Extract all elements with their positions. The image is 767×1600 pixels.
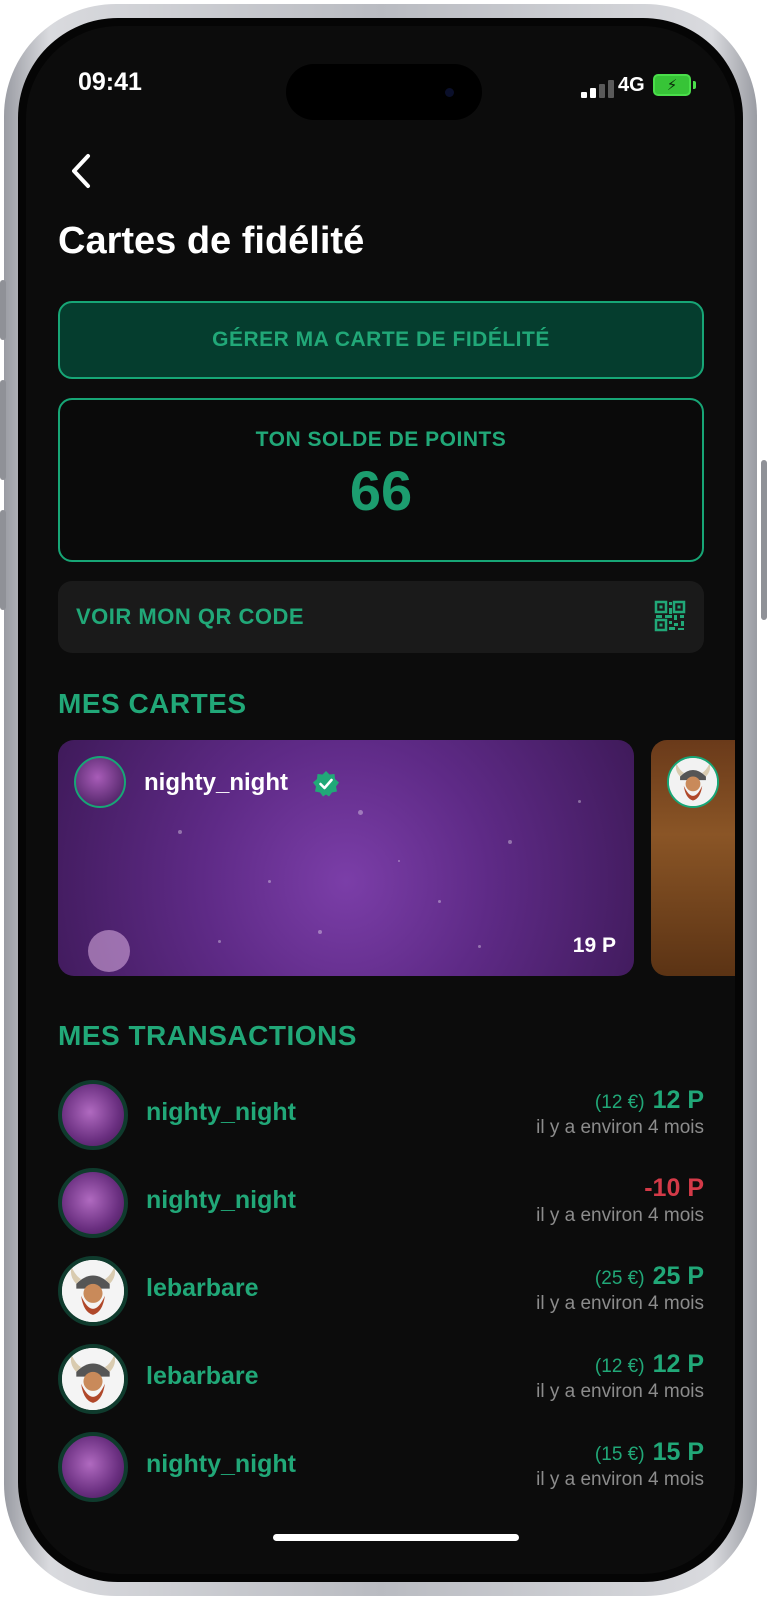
chevron-left-icon [72, 154, 90, 188]
transaction-details: (12 €) 12 P il y a environ 4 mois [536, 1086, 704, 1139]
manage-loyalty-card-button[interactable]: GÉRER MA CARTE DE FIDÉLITÉ [58, 301, 704, 379]
camera-dot [445, 88, 454, 97]
card-avatar [74, 756, 126, 808]
points-balance-card: TON SOLDE DE POINTS 66 [58, 398, 704, 562]
battery-icon: ⚡ [653, 74, 691, 96]
transaction-points: -10 P [644, 1174, 704, 1202]
signal-icon [581, 78, 615, 98]
transaction-amount: (12 €) 12 P [536, 1086, 704, 1115]
my-cards-heading: MES CARTES [58, 688, 247, 719]
qr-code-icon [654, 600, 686, 632]
transaction-row[interactable]: lebarbare (25 €) 25 P il y a environ 4 mo… [58, 1252, 704, 1332]
page-title: Cartes de fidélité [58, 220, 365, 262]
phone-bezel: 09:41 4G ⚡ Cartes de fidélité GÉRER MA C… [18, 18, 743, 1582]
transaction-name: nighty_night [146, 1450, 296, 1478]
transaction-details: -10 P il y a environ 4 mois [536, 1174, 704, 1227]
transaction-amount: (25 €) 25 P [536, 1262, 704, 1291]
transaction-points: 12 P [652, 1350, 704, 1378]
transaction-amount: (15 €) 15 P [536, 1438, 704, 1467]
phone-frame: 09:41 4G ⚡ Cartes de fidélité GÉRER MA C… [4, 4, 757, 1596]
view-qr-code-button[interactable]: VOIR MON QR CODE [58, 581, 704, 653]
transaction-row[interactable]: nighty_night -10 P il y a environ 4 mois [58, 1164, 704, 1244]
transaction-euro: (25 €) [594, 1268, 645, 1289]
viking-avatar-icon [58, 1344, 128, 1414]
transaction-points: 12 P [652, 1086, 704, 1114]
transaction-row[interactable]: nighty_night (15 €) 15 P il y a environ 4… [58, 1428, 704, 1508]
transaction-amount: (12 €) 12 P [536, 1350, 704, 1379]
transaction-date: il y a environ 4 mois [536, 1117, 704, 1138]
power-button [761, 460, 767, 620]
volume-down-button [0, 510, 6, 610]
transaction-date: il y a environ 4 mois [536, 1205, 704, 1226]
transaction-points: 25 P [652, 1262, 704, 1290]
home-indicator[interactable] [273, 1534, 519, 1541]
screen: 09:41 4G ⚡ Cartes de fidélité GÉRER MA C… [26, 26, 735, 1574]
transaction-name: nighty_night [146, 1098, 296, 1126]
transaction-avatar [58, 1168, 128, 1238]
network-label: 4G [618, 74, 645, 96]
transaction-details: (15 €) 15 P il y a environ 4 mois [536, 1438, 704, 1491]
transaction-date: il y a environ 4 mois [536, 1381, 704, 1402]
transaction-avatar [58, 1080, 128, 1150]
viking-avatar-icon [667, 756, 719, 808]
qr-label: VOIR MON QR CODE [76, 604, 305, 629]
loyalty-card-partial[interactable] [651, 740, 735, 976]
transaction-date: il y a environ 4 mois [536, 1293, 704, 1314]
battery-cap [693, 81, 696, 89]
card-points: 19 P [572, 934, 616, 957]
transaction-euro: (12 €) [594, 1356, 645, 1377]
transaction-details: (25 €) 25 P il y a environ 4 mois [536, 1262, 704, 1315]
volume-up-button [0, 380, 6, 480]
transaction-amount: -10 P [536, 1174, 704, 1203]
transaction-avatar [58, 1432, 128, 1502]
transaction-date: il y a environ 4 mois [536, 1469, 704, 1490]
transaction-euro: (12 €) [594, 1092, 645, 1113]
transaction-row[interactable]: nighty_night (12 €) 12 P il y a environ 4… [58, 1076, 704, 1156]
card-name: nighty_night [144, 769, 288, 796]
transaction-name: lebarbare [146, 1362, 259, 1390]
transaction-points: 15 P [652, 1438, 704, 1466]
balance-value: 66 [349, 459, 413, 522]
balance-label: TON SOLDE DE POINTS [255, 428, 507, 451]
transaction-details: (12 €) 12 P il y a environ 4 mois [536, 1350, 704, 1403]
viking-avatar-icon [58, 1256, 128, 1326]
transaction-name: nighty_night [146, 1186, 296, 1214]
verified-badge-icon [313, 771, 339, 797]
back-button[interactable] [62, 146, 102, 196]
transaction-row[interactable]: lebarbare (12 €) 12 P il y a environ 4 mo… [58, 1340, 704, 1420]
dynamic-island [286, 64, 482, 120]
my-transactions-heading: MES TRANSACTIONS [58, 1020, 357, 1051]
transaction-name: lebarbare [146, 1274, 259, 1302]
transaction-euro: (15 €) [594, 1444, 645, 1465]
status-time: 09:41 [78, 68, 142, 96]
action-button [0, 280, 6, 340]
loyalty-card[interactable]: nighty_night 19 P [58, 740, 634, 976]
